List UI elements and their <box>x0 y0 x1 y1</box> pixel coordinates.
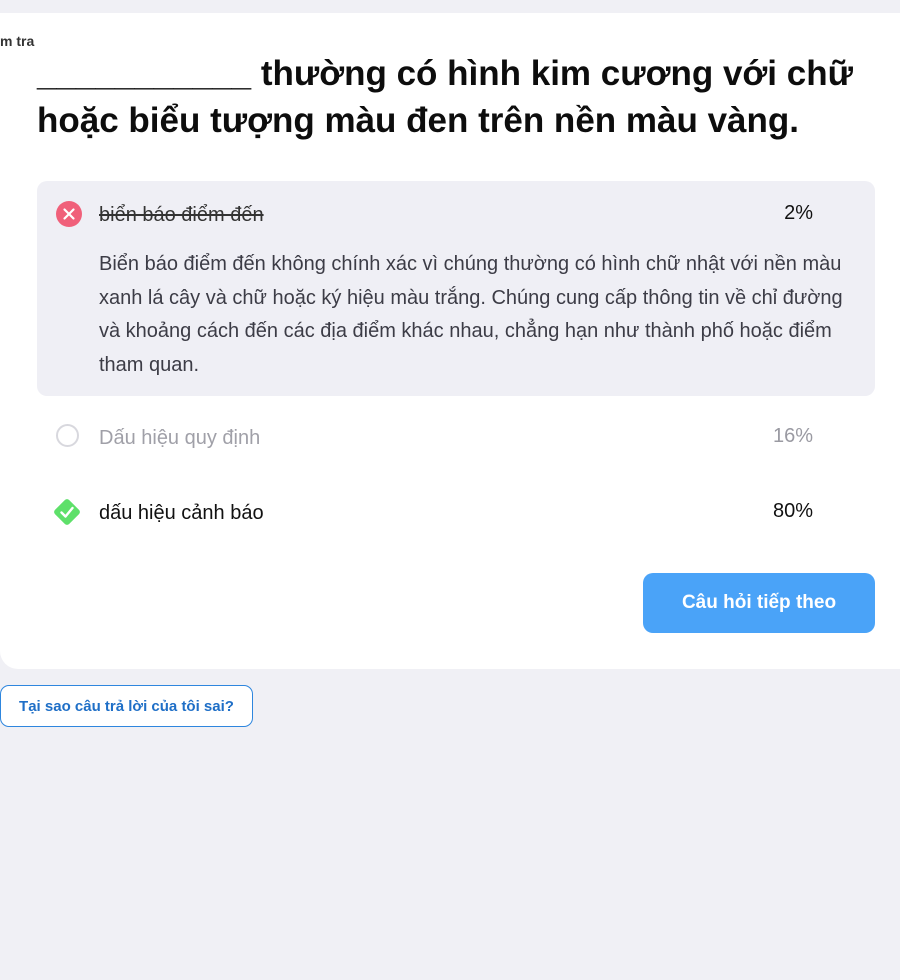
answer-label: dấu hiệu cảnh báo <box>99 502 264 524</box>
question-text: ___________ thường có hình kim cương với… <box>37 54 853 140</box>
breadcrumb: m tra <box>0 33 35 49</box>
check-diamond-icon <box>50 495 84 529</box>
answer-percent: 16% <box>772 425 813 447</box>
answer-percent: 80% <box>772 500 813 522</box>
radio-empty-icon <box>56 424 79 447</box>
answer-label: Dấu hiệu quy định <box>99 427 261 449</box>
answer-label: biển báo điểm đến <box>99 204 264 226</box>
answer-explanation: Biển báo điểm đến không chính xác vì chú… <box>99 253 843 376</box>
why-wrong-button[interactable]: Tại sao câu trả lời của tôi sai? <box>0 685 253 727</box>
answer-option-wrong[interactable]: biển báo điểm đến 2% Biển báo điểm đến k… <box>37 181 875 396</box>
answer-option-correct[interactable]: dấu hiệu cảnh báo 80% <box>37 493 875 533</box>
answer-percent: 2% <box>784 202 813 224</box>
answer-option-regulatory[interactable]: Dấu hiệu quy định 16% <box>37 418 875 458</box>
x-circle-icon <box>56 201 82 227</box>
next-question-button[interactable]: Câu hỏi tiếp theo <box>643 573 875 633</box>
